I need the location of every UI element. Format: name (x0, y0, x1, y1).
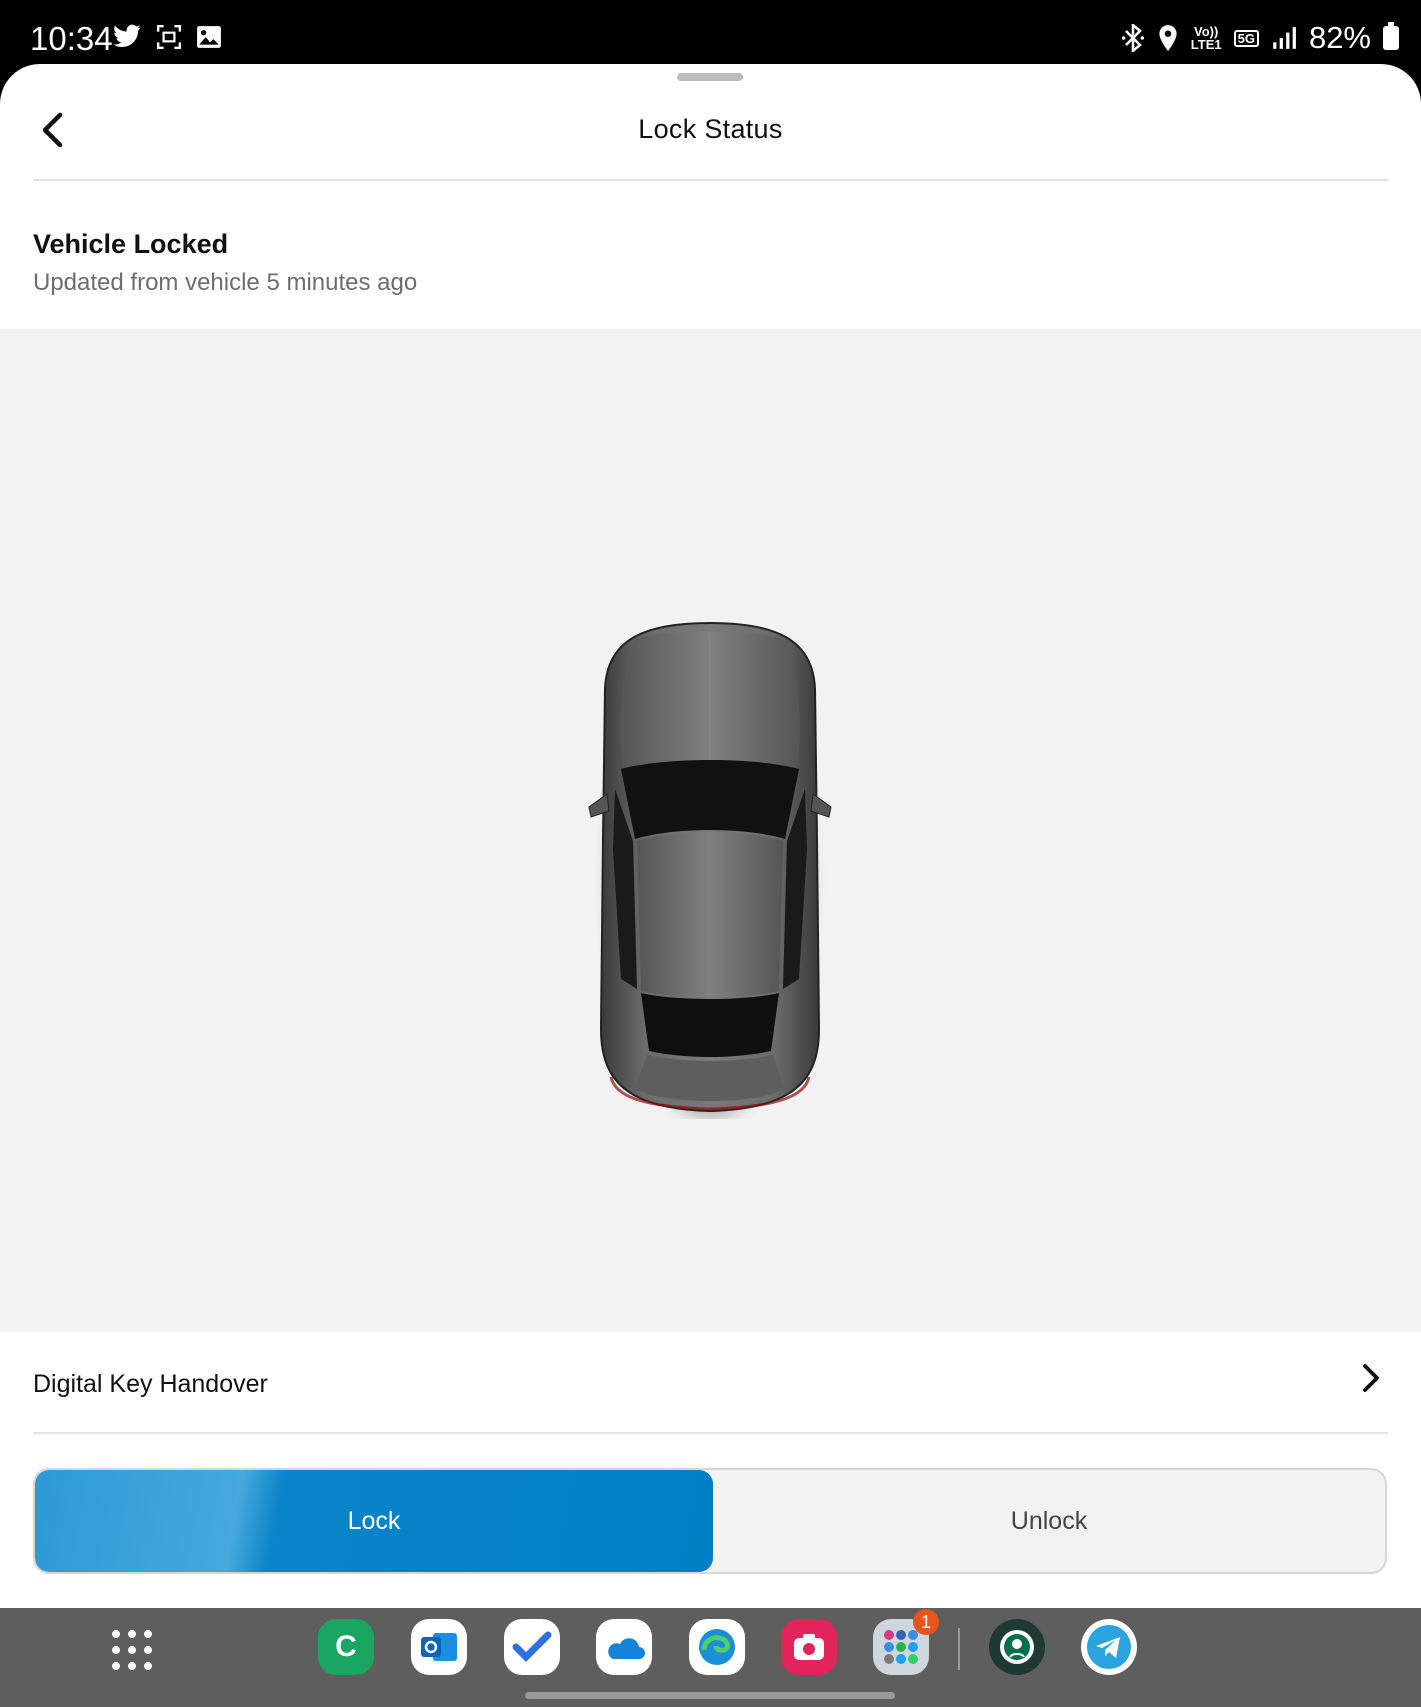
system-icons: Vo)) LTE1 5G 82% (1121, 20, 1399, 56)
chevron-right-icon (1363, 1364, 1379, 1392)
lock-status-updated: Updated from vehicle 5 minutes ago (33, 269, 418, 296)
phone-c-app-icon[interactable]: C (318, 1619, 374, 1675)
app-folder-icon[interactable]: 1 (873, 1609, 939, 1675)
vehicle-view (0, 329, 1421, 1332)
taskbar-separator (958, 1628, 960, 1670)
notification-badge: 1 (913, 1609, 939, 1635)
notification-icons (112, 24, 222, 50)
page-title: Lock Status (638, 114, 783, 144)
bluetooth-icon (1121, 24, 1144, 52)
screenshot-icon (156, 24, 182, 50)
screen-recorder-app-icon[interactable] (781, 1619, 837, 1675)
digital-key-handover-label: Digital Key Handover (33, 1370, 268, 1398)
telegram-app-icon[interactable] (1081, 1619, 1137, 1675)
todo-app-icon[interactable] (504, 1619, 560, 1675)
onedrive-app-icon[interactable] (596, 1619, 652, 1675)
location-icon (1159, 25, 1177, 51)
twitter-icon (113, 24, 141, 48)
status-time: 10:34 (30, 20, 113, 57)
unlock-button[interactable]: Unlock (713, 1470, 1385, 1572)
gallery-icon (197, 26, 221, 48)
digital-key-handover-row[interactable]: Digital Key Handover (0, 1332, 1421, 1432)
signal-icon (1273, 27, 1296, 49)
vehicle-top-view-image (588, 621, 832, 1119)
battery-percent: 82% (1308, 20, 1371, 55)
lock-status-sheet: Lock Status Vehicle Locked Updated from … (0, 64, 1421, 1608)
volte-indicator: Vo)) LTE1 (1190, 24, 1222, 52)
network-indicator: 5G (1233, 29, 1259, 47)
taskbar: C 1 (0, 1608, 1421, 1707)
edge-app-icon[interactable] (689, 1619, 745, 1675)
battery-icon (1383, 22, 1399, 50)
divider (33, 1432, 1388, 1434)
outlook-app-icon[interactable] (411, 1619, 467, 1675)
lock-unlock-segmented-control: Lock Unlock (33, 1468, 1387, 1574)
divider (33, 179, 1388, 181)
app-drawer-button[interactable] (112, 1630, 156, 1674)
starbucks-app-icon[interactable] (989, 1619, 1045, 1675)
home-indicator[interactable] (525, 1692, 895, 1699)
lock-status-heading: Vehicle Locked (33, 229, 229, 259)
lock-button[interactable]: Lock (35, 1470, 713, 1572)
header: Lock Status (0, 64, 1421, 180)
